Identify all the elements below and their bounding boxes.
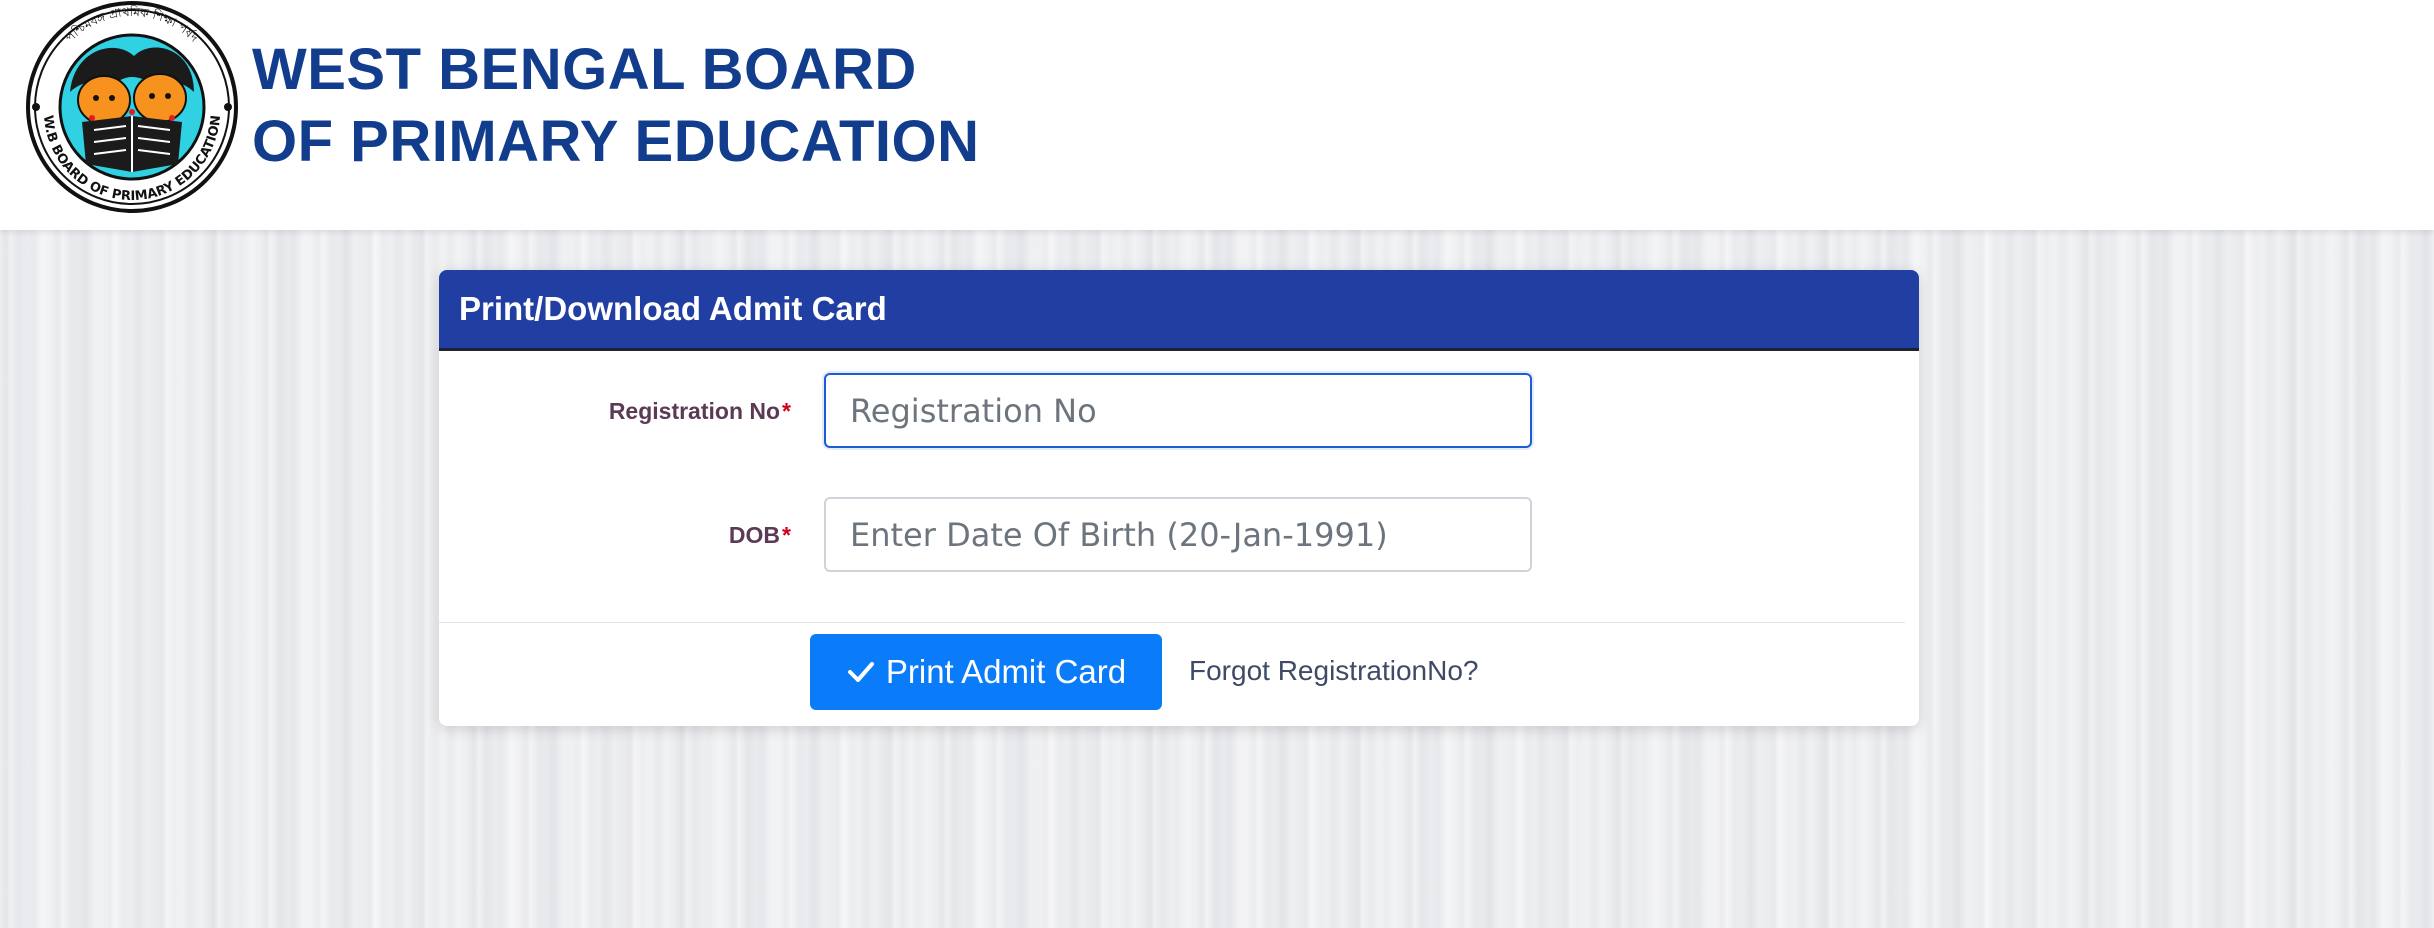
wbbpe-emblem-logo: W.B BOARD OF PRIMARY EDUCATION পশ্চিমবঙ্…	[26, 1, 238, 213]
print-admit-card-button[interactable]: Print Admit Card	[810, 634, 1162, 710]
site-title-line-2: OF PRIMARY EDUCATION	[252, 109, 980, 174]
dob-label-text: DOB	[728, 522, 781, 548]
admit-card-panel: Print/Download Admit Card Registration N…	[439, 270, 1919, 726]
card-header: Print/Download Admit Card	[439, 270, 1919, 351]
dob-input[interactable]	[824, 497, 1532, 572]
registration-input[interactable]	[824, 373, 1532, 448]
registration-label: Registration No*	[609, 398, 791, 425]
forgot-registration-link[interactable]: Forgot RegistrationNo?	[1189, 655, 1478, 687]
site-title: WEST BENGAL BOARD OF PRIMARY EDUCATION	[252, 34, 980, 178]
check-icon	[847, 662, 874, 682]
registration-label-text: Registration No	[608, 398, 781, 424]
site-header: W.B BOARD OF PRIMARY EDUCATION পশ্চিমবঙ্…	[0, 0, 2434, 230]
dob-label: DOB*	[729, 522, 791, 549]
required-marker: *	[782, 522, 791, 548]
card-title: Print/Download Admit Card	[459, 290, 887, 327]
print-button-label: Print Admit Card	[885, 653, 1127, 690]
form-divider	[439, 622, 1905, 623]
site-title-line-1: WEST BENGAL BOARD	[252, 37, 917, 102]
required-marker: *	[782, 398, 791, 424]
